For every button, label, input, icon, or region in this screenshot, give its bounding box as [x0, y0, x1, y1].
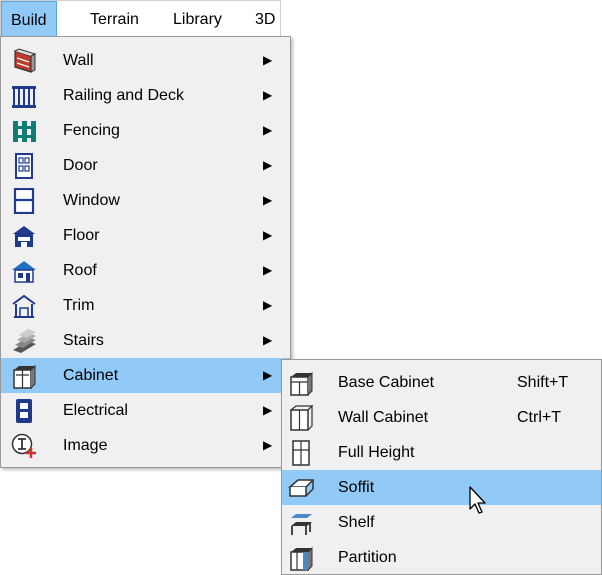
submenu-arrow-icon: ▶: [263, 263, 273, 277]
menu-item-label: Railing and Deck: [63, 87, 184, 104]
submenu-arrow-icon: ▶: [263, 228, 273, 242]
menu-item-label: Electrical: [63, 402, 128, 419]
submenu-item-soffit[interactable]: Soffit: [282, 470, 601, 505]
image-icon: [11, 433, 36, 458]
menu-library-label: Library: [173, 11, 222, 28]
menu-terrain[interactable]: Terrain: [81, 1, 148, 38]
full-height-icon: [292, 440, 310, 466]
electrical-icon: [16, 399, 32, 423]
menu-item-stairs[interactable]: Stairs ▶: [1, 323, 290, 358]
stairs-icon: [13, 329, 36, 353]
floor-icon: [13, 226, 35, 247]
submenu-arrow-icon: ▶: [263, 298, 273, 312]
submenu-item-label: Base Cabinet: [338, 374, 435, 391]
menu-item-label: Door: [63, 157, 98, 174]
menu-item-fencing[interactable]: Fencing ▶: [1, 113, 290, 148]
door-icon: [15, 153, 33, 179]
build-menu: Wall ▶ Railing and Deck ▶ Fencing ▶ Door…: [0, 36, 291, 468]
submenu-arrow-icon: ▶: [263, 438, 273, 452]
submenu-arrow-icon: ▶: [263, 368, 273, 382]
submenu-item-label: Wall Cabinet: [338, 409, 429, 426]
menu-3d-label: 3D: [255, 11, 276, 28]
roof-icon: [12, 261, 36, 283]
submenu-arrow-icon: ▶: [263, 193, 273, 207]
railing-icon: [12, 86, 36, 108]
menu-build[interactable]: Build: [1, 1, 57, 38]
menu-bar: Build Terrain Library 3D: [0, 0, 284, 38]
submenu-arrow-icon: ▶: [263, 403, 273, 417]
menu-item-trim[interactable]: Trim ▶: [1, 288, 290, 323]
menu-item-image[interactable]: Image ▶: [1, 428, 290, 463]
menu-3d[interactable]: 3D: [246, 1, 284, 38]
menu-item-electrical[interactable]: Electrical ▶: [1, 393, 290, 428]
submenu-item-base-cabinet[interactable]: Base Cabinet Shift+T: [282, 365, 601, 400]
trim-icon: [12, 294, 36, 318]
submenu-arrow-icon: ▶: [263, 88, 273, 102]
menu-item-label: Trim: [63, 297, 95, 314]
menu-library[interactable]: Library: [164, 1, 231, 38]
submenu-arrow-icon: ▶: [263, 53, 273, 67]
menu-item-label: Window: [63, 192, 120, 209]
submenu-item-label: Shelf: [338, 514, 375, 531]
window-icon: [13, 188, 35, 214]
menu-item-label: Fencing: [63, 122, 120, 139]
submenu-item-partition[interactable]: Partition: [282, 540, 601, 575]
menu-item-label: Roof: [63, 262, 97, 279]
wall-cabinet-icon: [290, 405, 314, 431]
submenu-item-label: Soffit: [338, 479, 375, 496]
menu-item-label: Floor: [63, 227, 100, 244]
menu-item-window[interactable]: Window ▶: [1, 183, 290, 218]
menu-item-wall[interactable]: Wall ▶: [1, 43, 290, 78]
base-cabinet-icon: [290, 371, 313, 396]
mouse-cursor-icon: [469, 486, 486, 514]
menu-item-door[interactable]: Door ▶: [1, 148, 290, 183]
menu-item-label: Stairs: [63, 332, 104, 349]
menu-item-roof[interactable]: Roof ▶: [1, 253, 290, 288]
submenu-arrow-icon: ▶: [263, 158, 273, 172]
submenu-item-label: Partition: [338, 549, 397, 566]
submenu-item-wall-cabinet[interactable]: Wall Cabinet Ctrl+T: [282, 400, 601, 435]
menu-item-floor[interactable]: Floor ▶: [1, 218, 290, 253]
menu-item-cabinet[interactable]: Cabinet ▶: [1, 358, 290, 393]
cabinet-icon: [13, 364, 36, 389]
partition-icon: [290, 546, 313, 571]
fencing-icon: [13, 121, 36, 142]
submenu-item-full-height[interactable]: Full Height: [282, 435, 601, 470]
menu-build-label: Build: [11, 12, 47, 29]
menu-item-label: Image: [63, 437, 108, 454]
submenu-arrow-icon: ▶: [263, 123, 273, 137]
submenu-arrow-icon: ▶: [263, 333, 273, 347]
submenu-item-shelf[interactable]: Shelf: [282, 505, 601, 540]
menu-item-label: Cabinet: [63, 367, 119, 384]
soffit-icon: [288, 479, 314, 497]
menu-item-railing-and-deck[interactable]: Railing and Deck ▶: [1, 78, 290, 113]
shortcut-label: Shift+T: [517, 374, 569, 391]
wall-icon: [14, 48, 37, 73]
shelf-icon: [291, 514, 312, 535]
shortcut-label: Ctrl+T: [517, 409, 561, 426]
menu-item-label: Wall: [63, 52, 94, 69]
submenu-item-label: Full Height: [338, 444, 415, 461]
menu-terrain-label: Terrain: [90, 11, 139, 28]
cabinet-submenu: Base Cabinet Shift+T Wall Cabinet Ctrl+T…: [281, 359, 602, 575]
